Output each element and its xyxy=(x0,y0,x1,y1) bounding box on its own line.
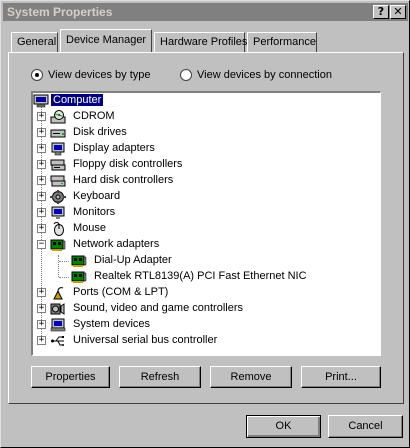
tree-item-label: Universal serial bus controller xyxy=(73,334,218,346)
help-button[interactable]: ? xyxy=(373,5,389,19)
tree-item-label: Disk drives xyxy=(73,126,127,138)
keyboard-icon xyxy=(50,190,66,204)
expand-toggle[interactable]: + xyxy=(37,304,46,313)
title-bar[interactable]: System Properties ? ✕ xyxy=(3,3,408,21)
expand-toggle[interactable]: + xyxy=(37,288,46,297)
tree-item-label: Floppy disk controllers xyxy=(73,158,183,170)
collapse-toggle[interactable]: − xyxy=(37,240,46,249)
expand-toggle[interactable]: + xyxy=(37,176,46,185)
ok-button[interactable]: OK xyxy=(246,415,321,438)
tree-item-label: Monitors xyxy=(73,206,116,218)
usb-icon xyxy=(50,334,66,348)
cdrom-icon xyxy=(50,110,66,124)
system-device-icon xyxy=(50,318,66,332)
tab-general[interactable]: General xyxy=(11,32,58,52)
network-card-icon xyxy=(71,270,87,284)
computer-icon xyxy=(33,94,49,108)
network-adapter-icon xyxy=(50,238,66,252)
system-properties-window: System Properties ? ✕ General Device Man… xyxy=(0,0,410,448)
radio-button-checked[interactable] xyxy=(31,69,43,81)
expand-toggle[interactable]: + xyxy=(37,224,46,233)
cancel-button[interactable]: Cancel xyxy=(328,415,403,438)
disk-drive-icon xyxy=(50,126,66,140)
view-by-connection-label: View devices by connection xyxy=(197,69,332,81)
radio-button[interactable] xyxy=(180,69,192,81)
tree-item-label: Sound, video and game controllers xyxy=(73,302,243,314)
hard-disk-controller-icon xyxy=(50,174,66,188)
tree-connector xyxy=(58,255,59,277)
tree-item-label: CDROM xyxy=(73,110,115,122)
expand-toggle[interactable]: + xyxy=(37,160,46,169)
tree-item-label: Network adapters xyxy=(73,238,160,250)
monitor-icon xyxy=(50,206,66,220)
tree-item-label: Mouse xyxy=(73,222,107,234)
floppy-controller-icon xyxy=(50,158,66,172)
tree-item-label: Ports (COM & LPT) xyxy=(73,286,169,298)
expand-toggle[interactable]: + xyxy=(37,336,46,345)
print-button[interactable]: Print... xyxy=(301,366,381,388)
refresh-button[interactable]: Refresh xyxy=(119,366,201,388)
network-card-icon xyxy=(71,254,87,268)
device-tree[interactable]: Computer + CDROM + Disk drives + Display… xyxy=(31,91,381,356)
tree-item-label: System devices xyxy=(73,318,151,330)
expand-toggle[interactable]: + xyxy=(37,192,46,201)
expand-toggle[interactable]: + xyxy=(37,320,46,329)
window-title: System Properties xyxy=(7,5,113,19)
tree-item-label: Keyboard xyxy=(73,190,121,202)
expand-toggle[interactable]: + xyxy=(37,112,46,121)
display-adapter-icon xyxy=(50,142,66,156)
tab-performance[interactable]: Performance xyxy=(247,32,317,52)
tree-root-label: Computer xyxy=(51,94,104,106)
port-icon xyxy=(50,286,66,300)
tree-connector xyxy=(59,261,69,262)
mouse-icon xyxy=(50,222,66,236)
sound-icon xyxy=(50,302,66,316)
tab-hardware-profiles[interactable]: Hardware Profiles xyxy=(154,32,247,52)
tree-child-label: Dial-Up Adapter xyxy=(94,254,172,266)
tree-item-label: Hard disk controllers xyxy=(73,174,174,186)
tab-device-manager[interactable]: Device Manager xyxy=(60,29,152,52)
tree-connector xyxy=(59,277,69,278)
properties-button[interactable]: Properties xyxy=(31,366,110,388)
tree-child-label: Realtek RTL8139(A) PCI Fast Ethernet NIC xyxy=(94,270,307,282)
close-button[interactable]: ✕ xyxy=(390,5,406,19)
tree-item-label: Display adapters xyxy=(73,142,155,154)
expand-toggle[interactable]: + xyxy=(37,128,46,137)
remove-button[interactable]: Remove xyxy=(210,366,292,388)
view-by-type-label: View devices by type xyxy=(48,69,151,81)
expand-toggle[interactable]: + xyxy=(37,208,46,217)
expand-toggle[interactable]: + xyxy=(37,144,46,153)
